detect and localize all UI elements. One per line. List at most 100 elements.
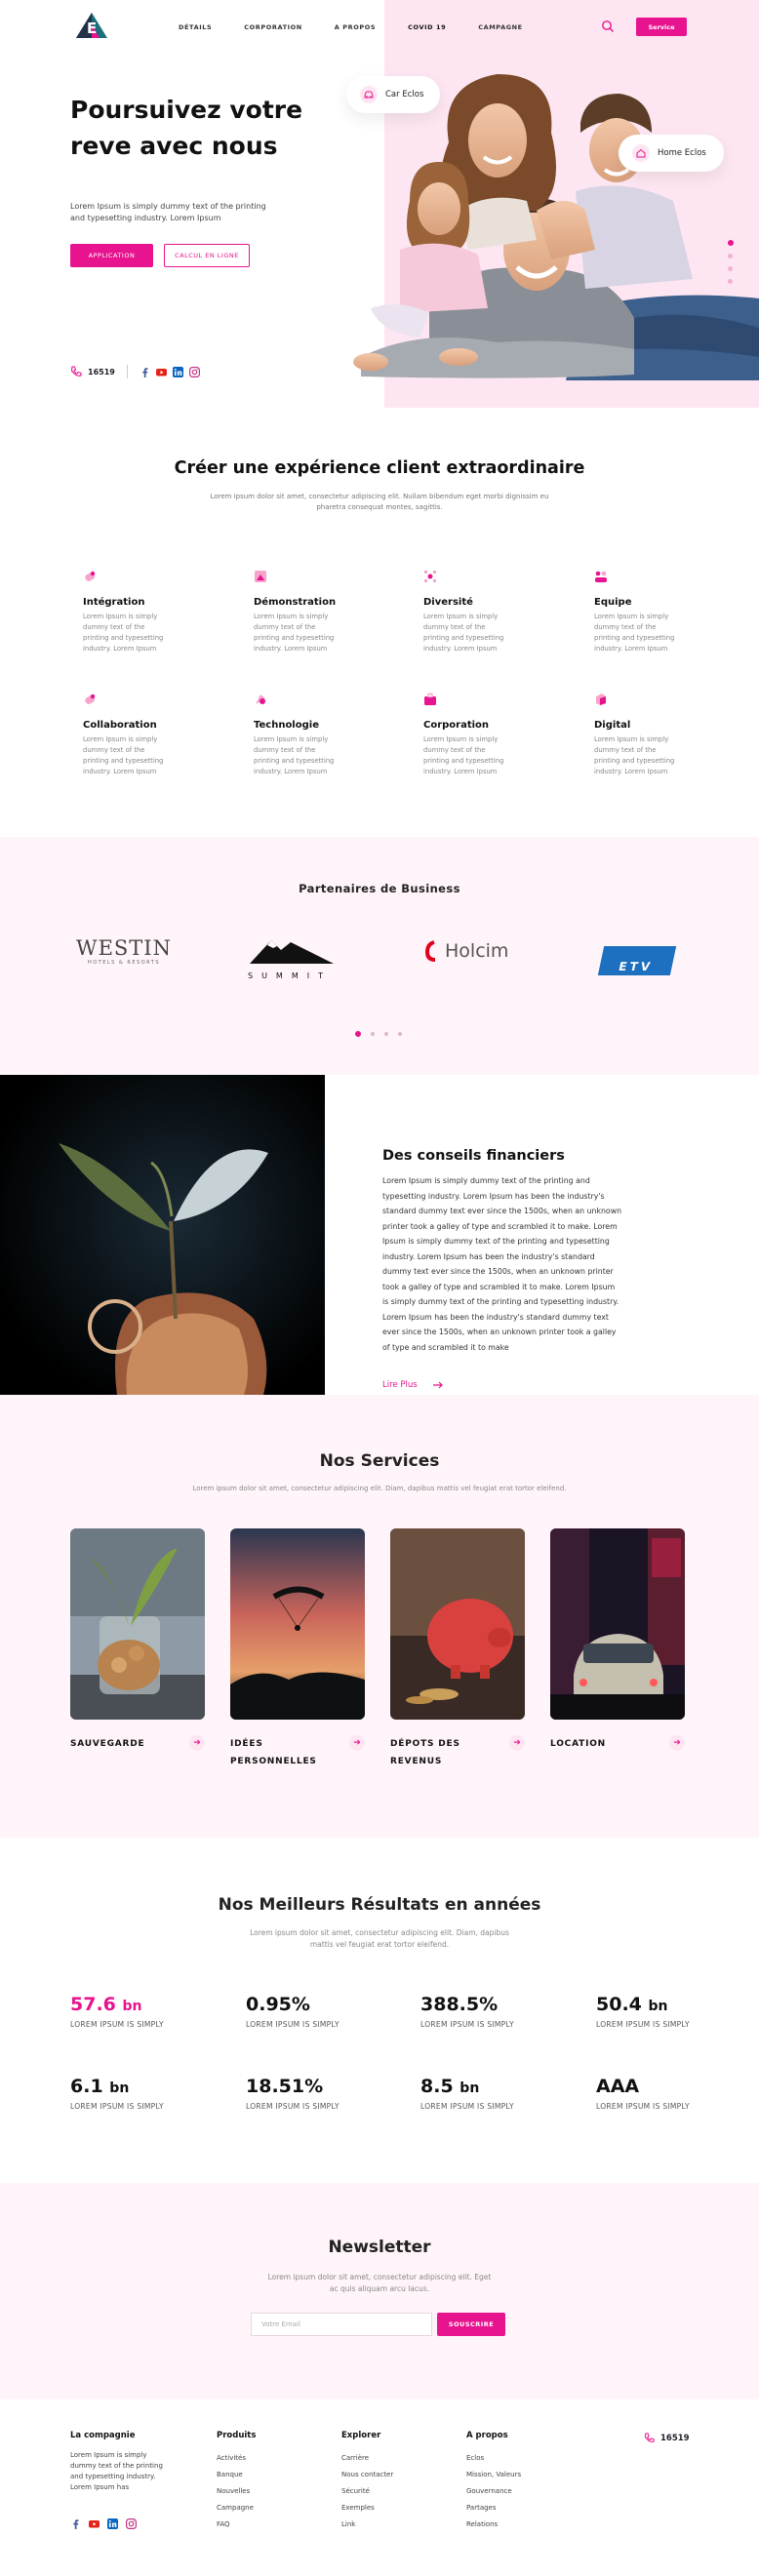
feature-desc: Lorem Ipsum is simply dummy text of the … (594, 735, 675, 775)
divider (126, 365, 128, 378)
stat-label: LOREM IPSUM IS SIMPLY (246, 2020, 340, 2029)
footer-link[interactable]: Mission, Valeurs (466, 2467, 521, 2483)
footer-link[interactable]: Link (341, 2517, 393, 2533)
footer-phone-number: 16519 (660, 2433, 690, 2443)
footer-link[interactable]: Sécurité (341, 2483, 393, 2500)
partners-slider-dots (355, 1031, 402, 1037)
summit-mountain-icon (250, 940, 334, 964)
arrow-right-icon[interactable]: ➔ (349, 1735, 365, 1751)
stat-value: 6.1 bn (70, 2076, 130, 2097)
arrow-right-icon[interactable]: ➔ (189, 1735, 205, 1751)
service-card-idees[interactable]: IDÉES PERSONNELLES ➔ (230, 1528, 365, 1766)
arrow-right-icon[interactable]: ➔ (669, 1735, 685, 1751)
footer-link[interactable]: Exemples (341, 2500, 393, 2517)
arrow-right-icon[interactable]: ➔ (509, 1735, 525, 1751)
nav-link-campagne[interactable]: CAMPAGNE (478, 23, 522, 31)
integration-icon (85, 571, 96, 581)
footer-link[interactable]: Activités (217, 2450, 256, 2467)
stat-item: 57.6 bn LOREM IPSUM IS SIMPLY (70, 1994, 178, 2031)
footer-link[interactable]: FAQ (217, 2517, 256, 2533)
facebook-icon[interactable] (140, 367, 150, 377)
email-field[interactable]: Votre Email (251, 2313, 432, 2336)
search-icon[interactable] (601, 20, 615, 33)
feature-desc: Lorem Ipsum is simply dummy text of the … (423, 735, 504, 775)
stat-label: LOREM IPSUM IS SIMPLY (420, 2020, 514, 2029)
stat-item: 18.51% LOREM IPSUM IS SIMPLY (246, 2076, 353, 2113)
car-eclos-card[interactable]: Car Eclos (346, 76, 440, 113)
nav-link-covid[interactable]: COVID 19 (408, 23, 446, 31)
footer-heading: A propos (466, 2431, 508, 2440)
youtube-icon[interactable] (89, 2518, 100, 2529)
footer-link[interactable]: Carrière (341, 2450, 393, 2467)
instagram-icon[interactable] (126, 2518, 137, 2529)
phone-icon (70, 366, 82, 376)
feature-desc: Lorem Ipsum is simply dummy text of the … (423, 613, 504, 653)
etv-logo[interactable]: ETV (597, 946, 677, 975)
home-eclos-card[interactable]: Home Eclos (619, 135, 724, 172)
lire-plus-link[interactable]: Lire Plus (382, 1380, 443, 1390)
footer-link[interactable]: Eclos (466, 2450, 521, 2467)
application-button[interactable]: APPLICATION (70, 244, 153, 267)
footer-link[interactable]: Banque (217, 2467, 256, 2483)
calcul-en-ligne-button[interactable]: CALCUL EN LIGNE (164, 244, 250, 267)
eclos-logo[interactable]: E (74, 12, 109, 39)
slider-dot[interactable] (728, 240, 734, 246)
footer-link[interactable]: Relations (466, 2517, 521, 2533)
slider-dot[interactable] (398, 1032, 402, 1036)
service-card-location[interactable]: LOCATION ➔ (550, 1528, 685, 1751)
service-card-sauvegarde[interactable]: SAUVEGARDE ➔ (70, 1528, 205, 1751)
footer-phone[interactable]: 16519 (644, 2433, 690, 2443)
car-icon (360, 86, 378, 103)
westin-wordmark: WESTIN (76, 936, 172, 960)
linkedin-icon[interactable] (107, 2518, 118, 2529)
facebook-icon[interactable] (70, 2518, 81, 2529)
hero-phone-number[interactable]: 16519 (88, 368, 115, 376)
slider-dot[interactable] (384, 1032, 388, 1036)
results-title: Nos Meilleurs Résultats en années (218, 1895, 541, 1915)
westin-logo[interactable]: WESTIN HOTELS & RESORTS (76, 936, 172, 966)
stat-value: 57.6 bn (70, 1994, 142, 2015)
newsletter-subtitle: Lorem ipsum dolor sit amet, consectetur … (267, 2273, 492, 2293)
slider-dot[interactable] (728, 266, 733, 271)
finance-title: Des conseils financiers (382, 1148, 565, 1164)
nav-link-corporation[interactable]: CORPORATION (244, 23, 302, 31)
results-subtitle: Lorem ipsum dolor sit amet, consectetur … (250, 1928, 509, 1949)
feature-corporation: Corporation Lorem Ipsum is simply dummy … (423, 693, 531, 777)
feature-integration: Intégration Lorem Ipsum is simply dummy … (83, 570, 190, 654)
linkedin-icon[interactable] (172, 366, 183, 377)
feature-desc: Lorem Ipsum is simply dummy text of the … (254, 613, 335, 653)
footer-company-text: Lorem Ipsum is simply dummy text of the … (70, 2451, 163, 2491)
footer-link[interactable]: Partages (466, 2500, 521, 2517)
nav-link-a-propos[interactable]: A PROPOS (335, 23, 376, 31)
stat-item: 50.4 bn LOREM IPSUM IS SIMPLY (596, 1994, 703, 2031)
footer-link[interactable]: Campagne (217, 2500, 256, 2517)
feature-desc: Lorem Ipsum is simply dummy text of the … (83, 613, 164, 653)
feature-equipe: Equipe Lorem Ipsum is simply dummy text … (594, 570, 701, 654)
stat-label: LOREM IPSUM IS SIMPLY (246, 2102, 340, 2111)
holcim-logo[interactable]: Holcim (425, 940, 508, 962)
instagram-icon[interactable] (188, 366, 200, 377)
slider-dot[interactable] (371, 1032, 375, 1036)
footer-link[interactable]: Nous contacter (341, 2467, 393, 2483)
team-icon (595, 571, 607, 582)
footer-link[interactable]: Gouvernance (466, 2483, 521, 2500)
phone-icon (644, 2433, 655, 2442)
slider-dot[interactable] (355, 1031, 361, 1037)
main-nav: DÉTAILS CORPORATION A PROPOS COVID 19 CA… (179, 23, 555, 31)
stat-item: AAA LOREM IPSUM IS SIMPLY (596, 2076, 703, 2113)
stat-value: 18.51% (246, 2076, 324, 2097)
stat-item: 388.5% LOREM IPSUM IS SIMPLY (420, 1994, 528, 2031)
footer-link[interactable]: Nouvelles (217, 2483, 256, 2500)
feature-demonstration: Démonstration Lorem Ipsum is simply dumm… (254, 570, 361, 654)
service-label: DÉPOTS DES REVENUS (390, 1739, 460, 1766)
slider-dot[interactable] (728, 254, 733, 258)
nav-link-details[interactable]: DÉTAILS (179, 23, 212, 31)
youtube-icon[interactable] (155, 367, 167, 377)
subscribe-button[interactable]: SOUSCRIRE (437, 2313, 505, 2336)
service-card-depots[interactable]: DÉPOTS DES REVENUS ➔ (390, 1528, 525, 1766)
summit-logo[interactable]: SUMMIT (248, 938, 336, 980)
feature-diversite: Diversité Lorem Ipsum is simply dummy te… (423, 570, 531, 654)
service-button[interactable]: Service (636, 18, 687, 36)
slider-dot[interactable] (728, 279, 733, 284)
services-title: Nos Services (319, 1451, 440, 1471)
